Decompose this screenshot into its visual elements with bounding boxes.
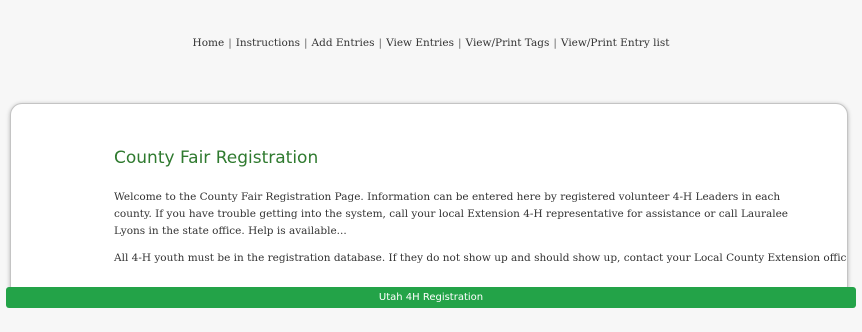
footer-text: Utah 4H Registration bbox=[378, 292, 484, 303]
database-note-paragraph: All 4-H youth must be in the registratio… bbox=[114, 252, 848, 264]
top-navigation: Home | Instructions | Add Entries | View Entri… bbox=[0, 37, 862, 49]
nav-separator: | bbox=[458, 37, 462, 49]
nav-link-view-print-entry-list[interactable]: View/Print Entry list bbox=[561, 37, 670, 49]
nav-link-view-print-tags[interactable]: View/Print Tags bbox=[466, 37, 550, 49]
nav-separator: | bbox=[303, 37, 308, 49]
nav-separator: | bbox=[553, 37, 557, 49]
nav-separator: | bbox=[378, 37, 383, 49]
nav-link-home[interactable]: Home bbox=[193, 37, 225, 49]
footer-bar: Utah 4H Registration bbox=[6, 287, 856, 308]
nav-link-add-entries[interactable]: Add Entries bbox=[312, 37, 375, 49]
page-title: County Fair Registration bbox=[114, 148, 319, 168]
intro-paragraph: Welcome to the County Fair Registration … bbox=[114, 191, 789, 237]
content-panel: County Fair Registration Welcome to the … bbox=[10, 103, 848, 298]
nav-link-instructions[interactable]: Instructions bbox=[236, 37, 300, 49]
nav-separator: | bbox=[228, 37, 232, 49]
nav-link-view-entries[interactable]: View Entries bbox=[386, 37, 454, 49]
